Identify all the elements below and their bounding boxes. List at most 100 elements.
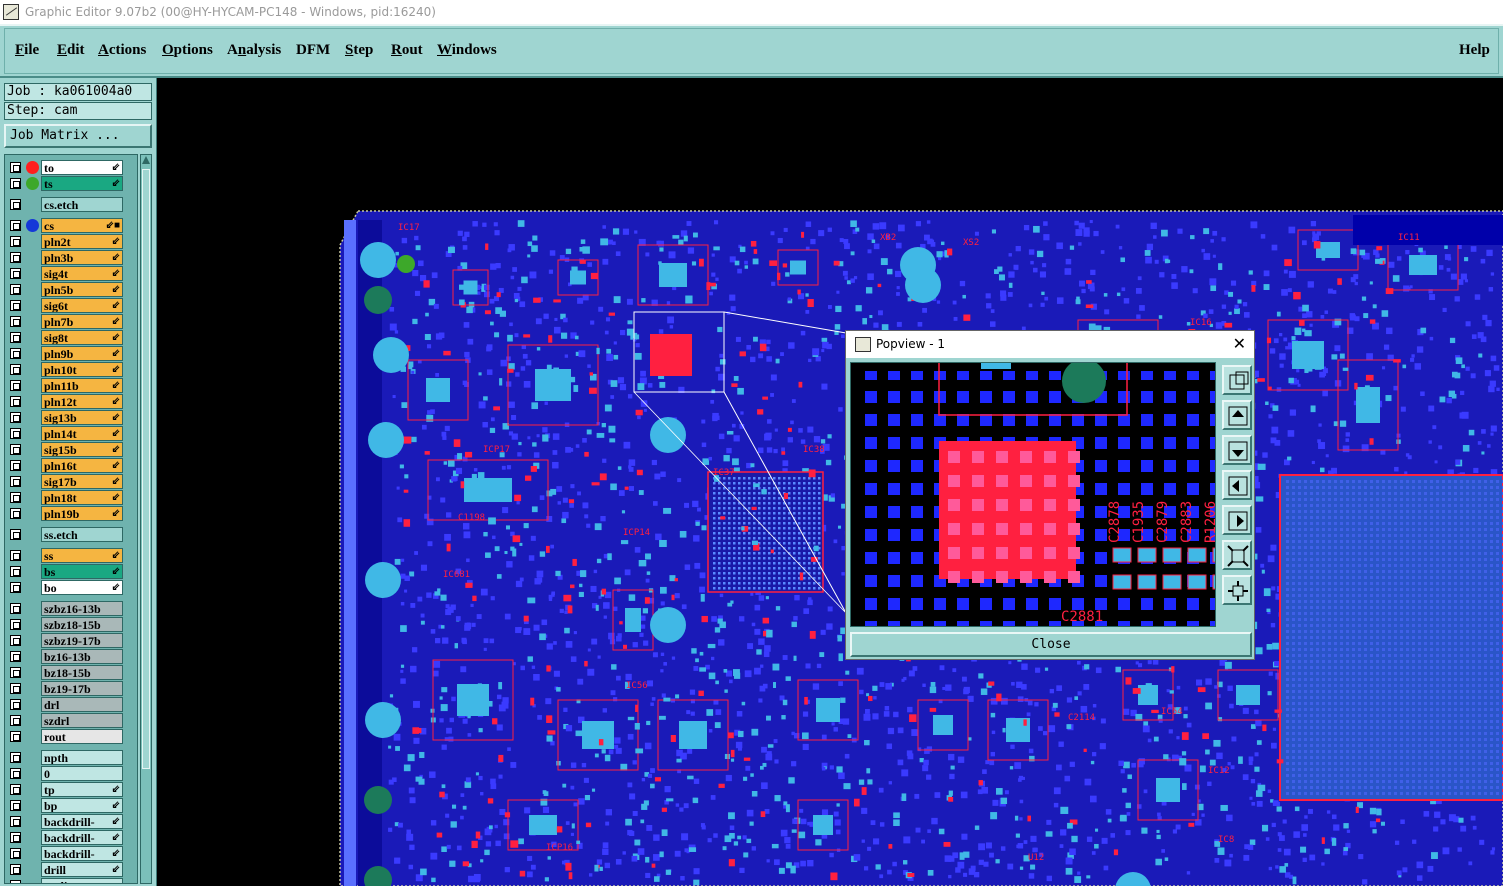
menu-help[interactable]: Help — [1459, 42, 1490, 59]
layer-checkbox[interactable] — [10, 428, 21, 439]
layer-name[interactable]: ss ⇙ — [41, 548, 123, 563]
layer-name[interactable]: pln10t ⇙ — [41, 362, 123, 377]
layer-checkbox[interactable] — [10, 460, 21, 471]
menu-step[interactable]: Step — [345, 42, 373, 59]
layer-checkbox[interactable] — [10, 731, 21, 742]
layer-row[interactable]: bz16-13b — [7, 649, 135, 664]
layer-row[interactable]: ss.etch — [7, 527, 135, 542]
layer-row[interactable]: pln7b ⇙ — [7, 314, 135, 329]
layer-checkbox[interactable] — [10, 667, 21, 678]
graphic-canvas[interactable]: IC17 ICP17 IC681 IC56 IC38 IC37 ICP16 ICP14 IC54… — [158, 80, 1503, 886]
layer-row[interactable]: sig15b ⇙ — [7, 442, 135, 457]
layer-color-dot[interactable] — [26, 219, 39, 232]
layer-name[interactable]: pln14t ⇙ — [41, 426, 123, 441]
layer-name[interactable]: pln9b ⇙ — [41, 346, 123, 361]
layer-row[interactable]: 0 — [7, 766, 135, 781]
zoom-in-icon[interactable] — [1222, 540, 1252, 570]
menu-analysis[interactable]: Analysis — [227, 42, 281, 59]
layer-row[interactable]: rout — [7, 729, 135, 744]
layer-name[interactable]: bz19-17b — [41, 681, 123, 696]
layer-row[interactable]: szbz16-13b — [7, 601, 135, 616]
layer-row[interactable]: pln3b ⇙ — [7, 250, 135, 265]
layer-checkbox[interactable] — [10, 619, 21, 630]
layer-row[interactable]: pln10t ⇙ — [7, 362, 135, 377]
layer-name[interactable]: sig15b ⇙ — [41, 442, 123, 457]
layer-checkbox[interactable] — [10, 635, 21, 646]
layer-checkbox[interactable] — [10, 284, 21, 295]
layer-checkbox[interactable] — [10, 364, 21, 375]
layer-row[interactable]: pln16t ⇙ — [7, 458, 135, 473]
layer-name[interactable]: 0 — [41, 766, 123, 781]
layer-checkbox[interactable] — [10, 848, 21, 859]
pan-left-icon[interactable] — [1222, 470, 1252, 500]
layer-name[interactable]: to ⇙ — [41, 160, 123, 175]
layer-row[interactable]: backdrill- ⇙ — [7, 814, 135, 829]
layer-name[interactable]: bo ⇙ — [41, 580, 123, 595]
menu-dfm[interactable]: DFM — [296, 42, 330, 59]
layer-name[interactable]: pln12t ⇙ — [41, 394, 123, 409]
layer-checkbox[interactable] — [10, 396, 21, 407]
layer-name[interactable]: bz18-15b — [41, 665, 123, 680]
zoom-out-icon[interactable] — [1222, 575, 1252, 605]
layer-checkbox[interactable] — [10, 380, 21, 391]
layer-checkbox[interactable] — [10, 529, 21, 540]
layer-row[interactable]: pln5b ⇙ — [7, 282, 135, 297]
layer-checkbox[interactable] — [10, 220, 21, 231]
layer-checkbox[interactable] — [10, 880, 21, 883]
layer-checkbox[interactable] — [10, 800, 21, 811]
pan-down-icon[interactable] — [1222, 435, 1252, 465]
layer-name[interactable]: bs ⇙ — [41, 564, 123, 579]
layer-checkbox[interactable] — [10, 178, 21, 189]
pan-right-icon[interactable] — [1222, 505, 1252, 535]
layer-row[interactable]: pln9b ⇙ — [7, 346, 135, 361]
popview-close-button[interactable]: Close — [850, 632, 1252, 657]
menu-windows[interactable]: Windows — [437, 42, 497, 59]
layer-checkbox[interactable] — [10, 316, 21, 327]
layer-row[interactable]: pln19b ⇙ — [7, 506, 135, 521]
layer-name[interactable]: ts ⇙ — [41, 176, 123, 191]
layer-checkbox[interactable] — [10, 715, 21, 726]
layer-row[interactable]: bp ⇙ — [7, 798, 135, 813]
layer-row[interactable]: outline — [7, 878, 135, 883]
layer-name[interactable]: sig17b ⇙ — [41, 474, 123, 489]
layer-name[interactable]: pln3b ⇙ — [41, 250, 123, 265]
layer-row[interactable]: pln11b ⇙ — [7, 378, 135, 393]
layer-checkbox[interactable] — [10, 492, 21, 503]
layer-checkbox[interactable] — [10, 832, 21, 843]
layer-row[interactable]: backdrill- ⇙ — [7, 830, 135, 845]
layer-row[interactable]: cs.etch — [7, 197, 135, 212]
layer-checkbox[interactable] — [10, 412, 21, 423]
layer-name[interactable]: outline — [41, 878, 123, 883]
layer-row[interactable]: sig8t ⇙ — [7, 330, 135, 345]
layer-name[interactable]: pln5b ⇙ — [41, 282, 123, 297]
layer-name[interactable]: pln2t ⇙ — [41, 234, 123, 249]
layer-row[interactable]: bz19-17b — [7, 681, 135, 696]
menu-edit[interactable]: Edit — [57, 42, 85, 59]
layer-color-dot[interactable] — [26, 177, 39, 190]
layer-checkbox[interactable] — [10, 816, 21, 827]
layer-checkbox[interactable] — [10, 476, 21, 487]
layer-name[interactable]: pln19b ⇙ — [41, 506, 123, 521]
layer-row[interactable]: sig4t ⇙ — [7, 266, 135, 281]
layer-name[interactable]: ss.etch — [41, 527, 123, 542]
layer-name[interactable]: szbz19-17b — [41, 633, 123, 648]
layer-row[interactable]: szbz19-17b — [7, 633, 135, 648]
layer-checkbox[interactable] — [10, 566, 21, 577]
zoom-home-icon[interactable] — [1222, 365, 1252, 395]
layer-name[interactable]: rout — [41, 729, 123, 744]
scroll-thumb[interactable] — [142, 169, 150, 769]
layer-row[interactable]: sig6t ⇙ — [7, 298, 135, 313]
layer-checkbox[interactable] — [10, 162, 21, 173]
layer-checkbox[interactable] — [10, 236, 21, 247]
menu-actions[interactable]: Actions — [98, 42, 146, 59]
layer-checkbox[interactable] — [10, 864, 21, 875]
pcb-board-view[interactable]: IC17 ICP17 IC681 IC56 IC38 IC37 ICP16 ICP14 IC54… — [158, 80, 1503, 886]
layer-row[interactable]: pln18t ⇙ — [7, 490, 135, 505]
layer-checkbox[interactable] — [10, 300, 21, 311]
layer-name[interactable]: backdrill- ⇙ — [41, 814, 123, 829]
layer-checkbox[interactable] — [10, 348, 21, 359]
layer-checkbox[interactable] — [10, 508, 21, 519]
layer-name[interactable]: npth — [41, 750, 123, 765]
layer-checkbox[interactable] — [10, 651, 21, 662]
menu-rout[interactable]: Rout — [391, 42, 423, 59]
